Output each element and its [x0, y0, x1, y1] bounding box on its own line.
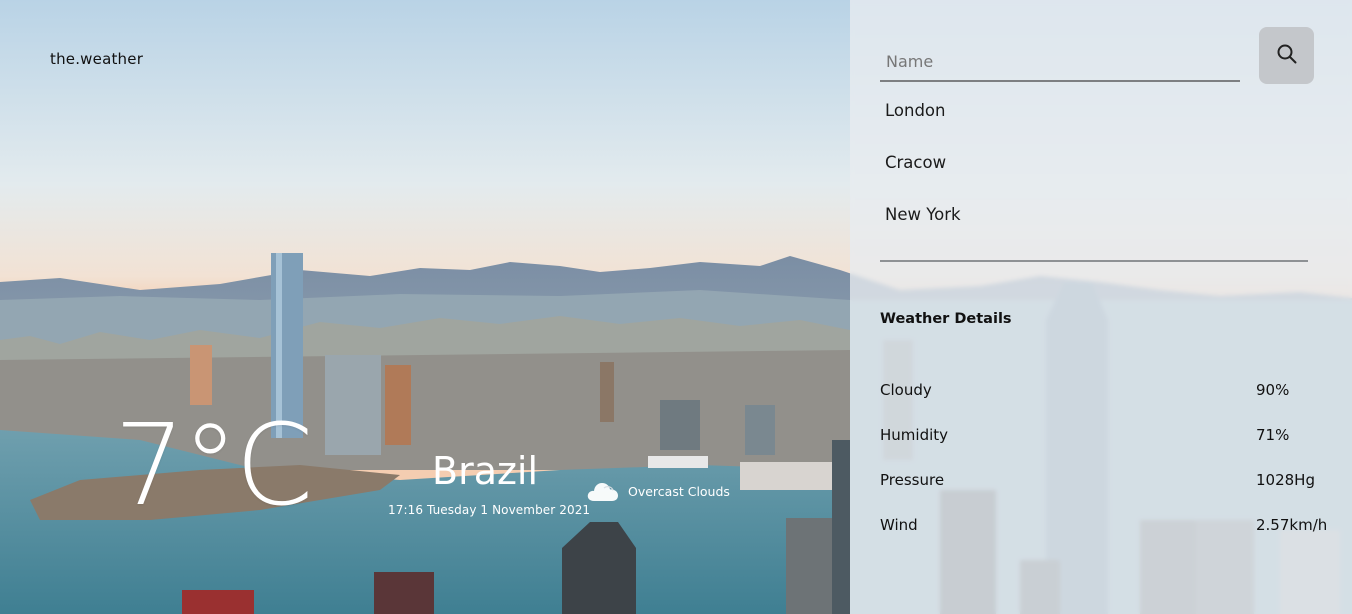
city-item-london[interactable]: London — [885, 98, 961, 150]
app-logo: the.weather — [50, 50, 144, 68]
detail-label: Cloudy — [880, 381, 932, 399]
weather-details-list: Cloudy 90% Humidity 71% Pressure 1028Hg … — [880, 379, 1332, 559]
city-name: Brazil — [432, 449, 539, 493]
temperature-value: 7°C — [114, 401, 313, 531]
detail-row-wind: Wind 2.57km/h — [880, 514, 1332, 559]
search-input[interactable] — [880, 42, 1240, 82]
city-item-new-york[interactable]: New York — [885, 202, 961, 254]
detail-value: 2.57km/h — [1256, 516, 1328, 534]
detail-row-humidity: Humidity 71% — [880, 424, 1332, 469]
detail-value: 71% — [1256, 426, 1290, 444]
weather-details-title: Weather Details — [880, 311, 1012, 327]
recent-cities-list: London Cracow New York — [885, 98, 961, 254]
detail-label: Wind — [880, 516, 918, 534]
location-block: Brazil 17:16 Tuesday 1 November 2021 — [388, 452, 590, 517]
search-icon — [1276, 43, 1298, 68]
search-button[interactable] — [1259, 27, 1314, 84]
city-item-cracow[interactable]: Cracow — [885, 150, 961, 202]
divider — [880, 260, 1308, 262]
condition-label: Overcast Clouds — [628, 483, 730, 499]
detail-value: 90% — [1256, 381, 1290, 399]
detail-label: Humidity — [880, 426, 949, 444]
detail-value: 1028Hg — [1256, 471, 1315, 489]
cloud-icon — [586, 480, 620, 502]
detail-row-pressure: Pressure 1028Hg — [880, 469, 1332, 514]
weather-condition: Overcast Clouds — [586, 480, 730, 502]
date-time: 17:16 Tuesday 1 November 2021 — [388, 503, 591, 517]
detail-label: Pressure — [880, 471, 945, 489]
detail-row-cloudy: Cloudy 90% — [880, 379, 1332, 424]
side-panel: London Cracow New York Weather Details C… — [850, 0, 1352, 614]
